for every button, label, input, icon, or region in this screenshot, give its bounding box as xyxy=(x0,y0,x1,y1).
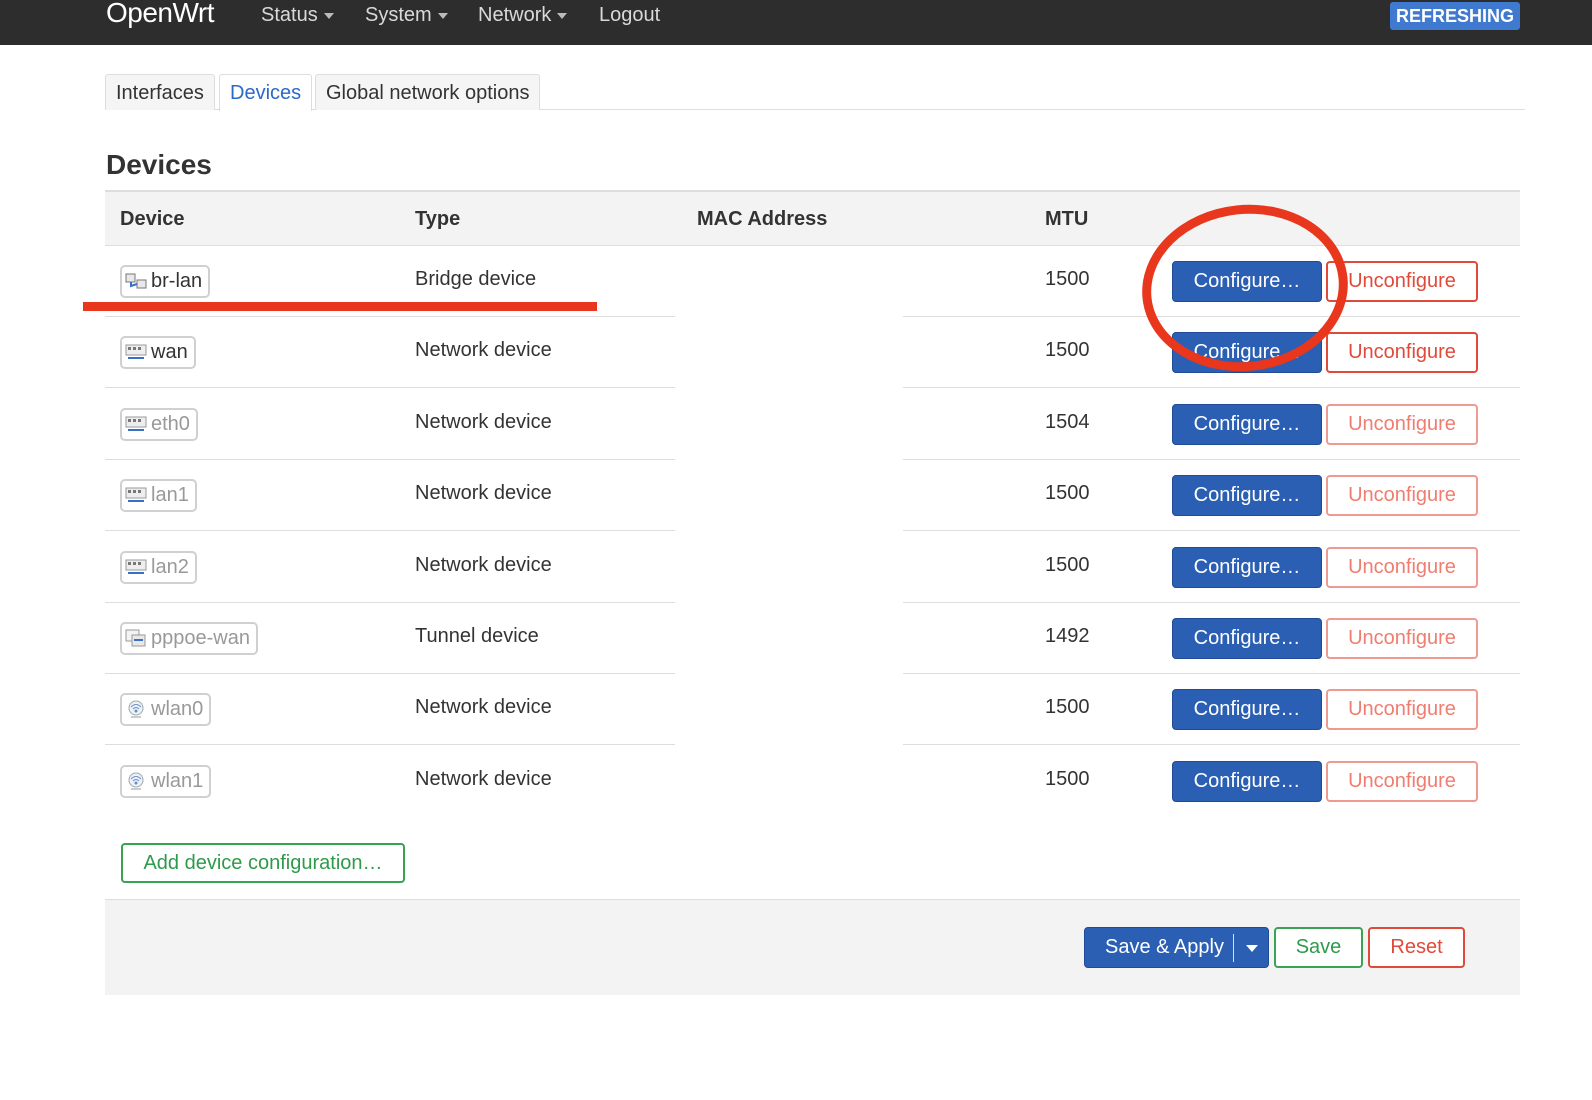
save-apply-label: Save & Apply xyxy=(1105,936,1224,958)
device-name: wan xyxy=(151,341,188,364)
brand-logo[interactable]: OpenWrt xyxy=(106,0,215,29)
device-mtu: 1500 xyxy=(1045,268,1090,290)
ethernet-port-icon xyxy=(125,485,147,505)
menu-logout[interactable]: Logout xyxy=(599,4,660,27)
unconfigure-button[interactable]: Unconfigure xyxy=(1326,475,1478,517)
device-name: wlan1 xyxy=(151,769,204,792)
table-row: pppoe-wan Tunnel device 1492 Configure… Unco… xyxy=(105,603,1520,674)
device-type: Network device xyxy=(415,482,552,505)
device-mtu: 1500 xyxy=(1045,339,1090,362)
menu-network[interactable]: Network xyxy=(478,4,568,27)
reset-button[interactable]: Reset xyxy=(1368,927,1465,968)
menu-system[interactable]: System xyxy=(365,4,448,27)
device-mtu: 1500 xyxy=(1045,767,1090,790)
wireless-icon xyxy=(125,771,147,791)
header-type: Type xyxy=(415,208,461,230)
ethernet-port-icon xyxy=(125,414,147,434)
unconfigure-button[interactable]: Unconfigure xyxy=(1326,618,1478,659)
device-type: Network device xyxy=(415,339,552,362)
device-type: Bridge device xyxy=(415,268,537,290)
menu-status[interactable]: Status xyxy=(261,4,334,27)
tab-global-network-options[interactable]: Global network options xyxy=(315,74,541,110)
table-header: Device Type MAC Address MTU xyxy=(105,190,1520,246)
table-row: eth0 Network device 1504 Configure… Unconfig… xyxy=(105,389,1520,460)
unconfigure-button[interactable]: Unconfigure xyxy=(1326,689,1478,731)
unconfigure-button[interactable]: Unconfigure xyxy=(1326,261,1478,302)
table-row: wan Network device 1500 Configure… Unconfigu… xyxy=(105,317,1520,389)
configure-button[interactable]: Configure… xyxy=(1172,332,1322,374)
tunnel-icon xyxy=(125,628,147,648)
save-apply-button[interactable]: Save & Apply xyxy=(1084,927,1269,968)
menu-status-label: Status xyxy=(261,4,318,26)
device-mtu: 1504 xyxy=(1045,410,1090,433)
configure-button[interactable]: Configure… xyxy=(1172,475,1322,517)
top-navbar: OpenWrt Status System Network Logout REF… xyxy=(0,0,1592,45)
unconfigure-button[interactable]: Unconfigure xyxy=(1326,760,1478,802)
unconfigure-button[interactable]: Unconfigure xyxy=(1326,403,1478,445)
configure-button[interactable]: Configure… xyxy=(1172,403,1322,445)
header-device: Device xyxy=(120,208,185,230)
configure-button[interactable]: Configure… xyxy=(1172,546,1322,588)
device-badge-lan1: lan1 xyxy=(120,479,197,513)
device-type: Network device xyxy=(415,767,552,790)
device-badge-br-lan: br-lan xyxy=(120,265,211,298)
device-badge-wan: wan xyxy=(120,336,196,370)
device-name: wlan0 xyxy=(151,698,204,721)
unconfigure-button[interactable]: Unconfigure xyxy=(1326,546,1478,588)
tab-interfaces[interactable]: Interfaces xyxy=(105,74,215,110)
configure-button[interactable]: Configure… xyxy=(1172,618,1322,659)
ethernet-port-icon xyxy=(125,342,147,362)
device-type: Network device xyxy=(415,410,552,433)
configure-button[interactable]: Configure… xyxy=(1172,689,1322,731)
menu-logout-label: Logout xyxy=(599,4,661,26)
unconfigure-button[interactable]: Unconfigure xyxy=(1326,332,1478,374)
add-device-configuration-button[interactable]: Add device configuration… xyxy=(121,843,405,883)
tab-bar: Interfaces Devices Global network option… xyxy=(105,74,1525,111)
table-row: lan1 Network device 1500 Configure… Unconfig… xyxy=(105,460,1520,532)
device-badge-wlan0: wlan0 xyxy=(120,693,212,727)
table-row: lan2 Network device 1500 Configure… Unconfig… xyxy=(105,532,1520,603)
device-name: eth0 xyxy=(151,412,190,435)
bridge-icon xyxy=(125,271,147,291)
page-title: Devices xyxy=(106,149,212,180)
device-mtu: 1500 xyxy=(1045,696,1090,719)
header-mac-address: MAC Address xyxy=(697,208,828,230)
header-mtu: MTU xyxy=(1045,208,1089,230)
chevron-down-icon xyxy=(323,12,334,19)
device-badge-lan2: lan2 xyxy=(120,550,197,584)
device-type: Tunnel device xyxy=(415,625,539,647)
save-button[interactable]: Save xyxy=(1274,927,1363,968)
tab-devices[interactable]: Devices xyxy=(219,74,313,111)
device-badge-eth0: eth0 xyxy=(120,407,198,441)
table-row: wlan0 Network device 1500 Configure… Unconfi… xyxy=(105,674,1520,746)
menu-network-label: Network xyxy=(478,4,552,26)
split-divider xyxy=(1233,934,1234,962)
chevron-down-icon[interactable] xyxy=(1246,945,1258,952)
device-mtu: 1492 xyxy=(1045,625,1090,647)
device-mtu: 1500 xyxy=(1045,482,1090,505)
device-type: Network device xyxy=(415,553,552,576)
device-type: Network device xyxy=(415,696,552,719)
device-mtu: 1500 xyxy=(1045,553,1090,576)
device-name: lan2 xyxy=(151,555,189,578)
refreshing-badge[interactable]: REFRESHING xyxy=(1390,2,1521,30)
configure-button[interactable]: Configure… xyxy=(1172,261,1322,302)
device-name: br-lan xyxy=(151,270,203,292)
chevron-down-icon xyxy=(437,12,448,19)
device-badge-wlan1: wlan1 xyxy=(120,764,212,798)
ethernet-port-icon xyxy=(125,557,147,577)
device-badge-pppoe-wan: pppoe-wan xyxy=(120,622,258,655)
table-row: wlan1 Network device 1500 Configure… Unconfi… xyxy=(105,746,1520,817)
device-name: pppoe-wan xyxy=(151,627,250,649)
menu-system-label: System xyxy=(365,4,432,26)
chevron-down-icon xyxy=(557,12,568,19)
device-name: lan1 xyxy=(151,484,189,507)
configure-button[interactable]: Configure… xyxy=(1172,760,1322,802)
form-actions-footer: Save & Apply Save Reset xyxy=(105,899,1520,995)
wireless-icon xyxy=(125,699,147,719)
annotation-underline xyxy=(83,302,597,311)
